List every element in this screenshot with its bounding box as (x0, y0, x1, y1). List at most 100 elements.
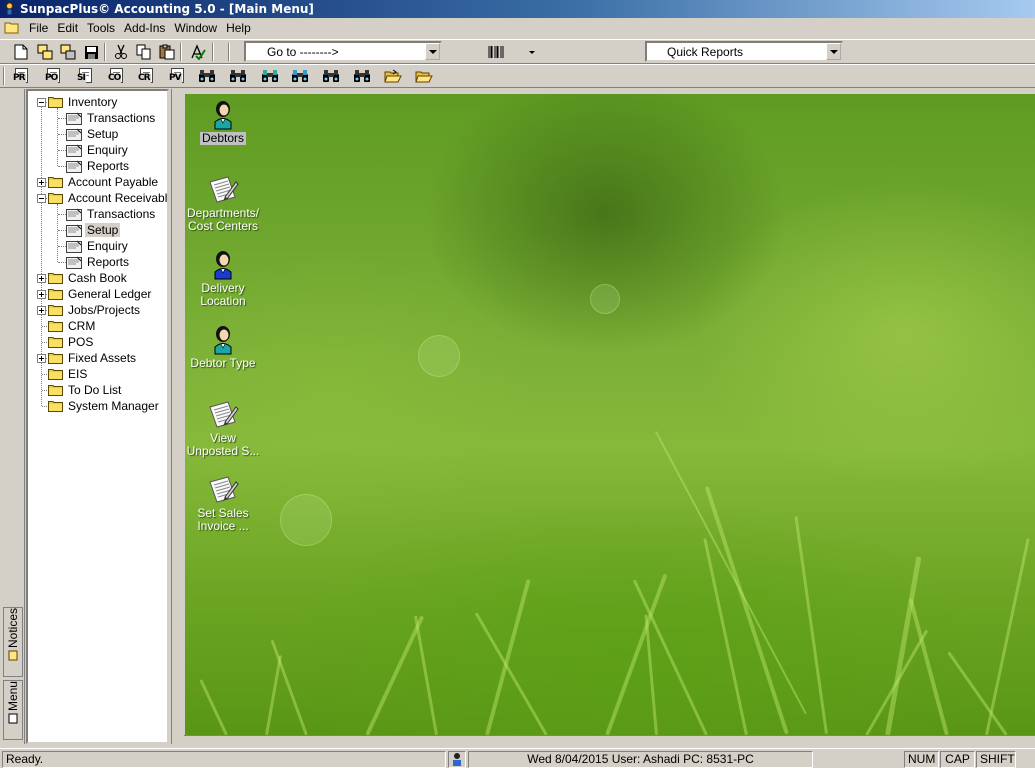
tree-connector (58, 214, 66, 215)
quick-reports-combo[interactable]: Quick Reports (645, 41, 843, 62)
menu-tools[interactable]: Tools (83, 18, 119, 38)
folder-icon (48, 320, 63, 332)
spell-check-icon (191, 44, 206, 60)
desktop-shortcut-label: Set Sales Invoice ... (197, 506, 249, 533)
tree-node-group[interactable]: Cash Book (28, 270, 167, 286)
mdi-document-icon[interactable] (4, 21, 19, 34)
tree-node-group[interactable]: Account Payable (28, 174, 167, 190)
copy-button[interactable] (134, 42, 154, 62)
tab-menu[interactable]: Menu (3, 680, 23, 740)
expand-plus-icon[interactable] (37, 178, 46, 187)
open-folder-icon (384, 69, 402, 82)
tree-node-group[interactable]: Fixed Assets (28, 350, 167, 366)
tree-node-leaf[interactable]: Transactions (28, 206, 167, 222)
tree-node-leaf[interactable]: Enquiry (28, 142, 167, 158)
new-document-icon (14, 44, 28, 60)
grass-blade (703, 538, 748, 735)
goto-dropdown-button[interactable] (425, 43, 440, 60)
menu-edit[interactable]: Edit (53, 18, 82, 38)
tree-node-group[interactable]: Inventory (28, 94, 167, 110)
desktop-shortcut[interactable]: Delivery Location (185, 248, 261, 308)
chevron-down-icon (529, 50, 535, 54)
tree-node-leaf[interactable]: Transactions (28, 110, 167, 126)
tree-node-leaf[interactable]: Setup (28, 126, 167, 142)
status-num-lock: NUM (904, 751, 939, 768)
horizontal-scroll-strip[interactable] (184, 735, 1035, 744)
desktop-shortcut[interactable]: View Unposted S... (185, 398, 261, 458)
binoculars-icon (354, 70, 370, 82)
expand-plus-icon[interactable] (37, 274, 46, 283)
collapse-minus-icon[interactable] (37, 194, 46, 203)
new-document-button[interactable] (11, 42, 31, 62)
expand-plus-icon[interactable] (37, 290, 46, 299)
purchase-requisition-button[interactable]: PR (11, 67, 33, 86)
paste-button[interactable] (157, 42, 177, 62)
barcode-button[interactable] (486, 42, 506, 62)
bokeh-highlight (280, 494, 332, 546)
open-folder-button[interactable] (383, 66, 403, 86)
document-pencil-icon (66, 128, 82, 141)
sales-invoice-button[interactable]: SI (75, 67, 97, 86)
open-file-button[interactable] (414, 66, 434, 86)
menu-file[interactable]: File (25, 18, 52, 38)
tree-node-group[interactable]: To Do List (28, 382, 167, 398)
toolbar-grip (3, 67, 5, 85)
find-debtor-button[interactable] (228, 66, 248, 86)
quick-reports-value: Quick Reports (667, 45, 744, 59)
tree-node-group[interactable]: Jobs/Projects (28, 302, 167, 318)
find-stock-button[interactable] (290, 66, 310, 86)
toolbar-separator (228, 43, 230, 61)
person-icon (207, 323, 239, 355)
desktop-shortcut[interactable]: Departments/ Cost Centers (185, 173, 261, 233)
menu-help[interactable]: Help (222, 18, 255, 38)
desktop-shortcut[interactable]: Debtor Type (185, 323, 261, 370)
tree-node-group[interactable]: EIS (28, 366, 167, 382)
tree-node-label: Reports (87, 159, 130, 173)
tab-notices[interactable]: Notices (3, 607, 23, 677)
find-job-button[interactable] (352, 66, 372, 86)
tree-node-group[interactable]: General Ledger (28, 286, 167, 302)
find-creditor-button[interactable] (260, 66, 280, 86)
tree-connector (42, 342, 47, 343)
tree-node-leaf[interactable]: Reports (28, 254, 167, 270)
desktop-shortcut[interactable]: Debtors (185, 98, 261, 145)
tree-node-group[interactable]: Account Receivable (28, 190, 167, 206)
tree-node-group[interactable]: System Manager (28, 398, 167, 414)
goto-combo[interactable]: Go to --------> (244, 41, 442, 62)
expand-plus-icon[interactable] (37, 354, 46, 363)
quick-reports-dropdown-button[interactable] (826, 43, 841, 60)
scissors-icon (115, 44, 127, 59)
menu-add-ins[interactable]: Add-Ins (120, 18, 169, 38)
tab-notices-label: Notices (6, 608, 20, 649)
tree-node-group[interactable]: POS (28, 334, 167, 350)
tree-node-label: Fixed Assets (68, 351, 137, 365)
tree-node-leaf[interactable]: Setup (28, 222, 167, 238)
save-button[interactable] (81, 42, 101, 62)
expand-plus-icon[interactable] (37, 306, 46, 315)
tree-node-leaf[interactable]: Reports (28, 158, 167, 174)
cut-button[interactable] (111, 42, 131, 62)
user-icon (453, 753, 461, 766)
tree-node-group[interactable]: CRM (28, 318, 167, 334)
grass-blade (644, 614, 658, 735)
collapse-minus-icon[interactable] (37, 98, 46, 107)
grass-blade (199, 679, 228, 735)
barcode-dropdown-button[interactable] (522, 42, 542, 62)
tree-node-label: Transactions (87, 207, 156, 221)
menu-window[interactable]: Window (170, 18, 221, 38)
desktop-shortcut[interactable]: Set Sales Invoice ... (185, 473, 261, 533)
tree-node-label: Setup (87, 127, 119, 141)
payment-voucher-button[interactable]: PV (167, 67, 189, 86)
grass-blade (414, 615, 438, 735)
customer-order-button[interactable]: CO (106, 67, 128, 86)
tile-windows-button[interactable] (58, 42, 78, 62)
spell-check-button[interactable] (188, 42, 208, 62)
tab-menu-label: Menu (6, 681, 20, 712)
cascade-windows-button[interactable] (35, 42, 55, 62)
purchase-order-button[interactable]: PO (43, 67, 65, 86)
grass-blade (704, 486, 789, 735)
cash-receipt-button[interactable]: CR (136, 67, 158, 86)
find-account-button[interactable] (321, 66, 341, 86)
find-button[interactable] (197, 66, 217, 86)
tree-node-leaf[interactable]: Enquiry (28, 238, 167, 254)
